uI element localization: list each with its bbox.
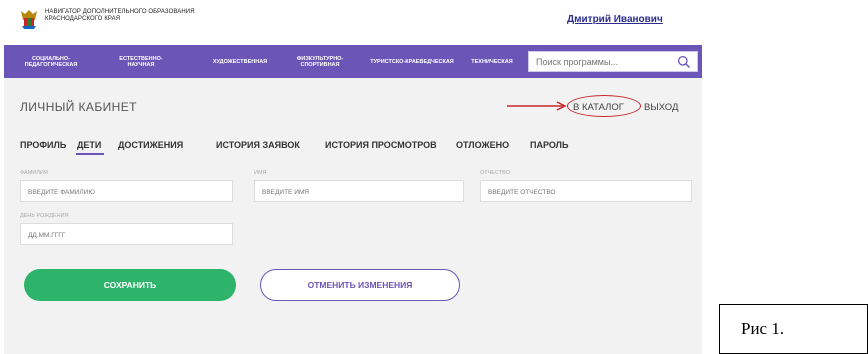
- search-box[interactable]: [528, 51, 698, 72]
- patronymic-label: ОТЧЕСТВО: [480, 170, 510, 176]
- name-input[interactable]: [255, 182, 463, 203]
- active-tab-indicator: [76, 153, 104, 155]
- profile-panel: ЛИЧНЫЙ КАБИНЕТ В КАТАЛОГ ВЫХОД ПРОФИЛЬ Д…: [4, 78, 702, 354]
- birthday-label: ДЕНЬ РОЖДЕНИЯ: [20, 213, 69, 219]
- surname-label: ФАМИЛИЯ: [20, 170, 48, 176]
- category-nav: СОЦИАЛЬНО-ПЕДАГОГИЧЕСКАЯ ЕСТЕСТВЕННО-НАУ…: [4, 45, 702, 78]
- user-name-link[interactable]: Дмитрий Иванович: [567, 14, 663, 25]
- surname-input[interactable]: [21, 182, 232, 203]
- coat-of-arms-icon[interactable]: [19, 8, 39, 30]
- save-button[interactable]: СОХРАНИТЬ: [24, 269, 236, 301]
- logout-link[interactable]: ВЫХОД: [644, 102, 678, 113]
- page-title: ЛИЧНЫЙ КАБИНЕТ: [20, 100, 137, 114]
- nav-item-tourism[interactable]: ТУРИСТСКО-КРАЕВЕДЧЕСКАЯ: [370, 59, 454, 65]
- arrow-right-icon: [507, 101, 567, 111]
- patronymic-input[interactable]: [481, 182, 691, 203]
- tab-password[interactable]: ПАРОЛЬ: [530, 140, 568, 150]
- nav-item-science[interactable]: ЕСТЕСТВЕННО-НАУЧНАЯ: [110, 56, 172, 68]
- catalog-link[interactable]: В КАТАЛОГ: [573, 102, 624, 113]
- figure-caption: Рис 1.: [719, 304, 868, 354]
- cancel-button[interactable]: ОТМЕНИТЬ ИЗМЕНЕНИЯ: [260, 269, 460, 301]
- search-icon[interactable]: [677, 55, 691, 69]
- patronymic-field[interactable]: [480, 180, 692, 203]
- org-name[interactable]: НАВИГАТОР ДОПОЛНИТЕЛЬНОГО ОБРАЗОВАНИЯ КР…: [45, 9, 215, 23]
- nav-item-social[interactable]: СОЦИАЛЬНО-ПЕДАГОГИЧЕСКАЯ: [18, 56, 84, 68]
- nav-item-art[interactable]: ХУДОЖЕСТВЕННАЯ: [200, 59, 280, 65]
- search-input[interactable]: [529, 56, 669, 67]
- tab-achievements[interactable]: ДОСТИЖЕНИЯ: [118, 140, 183, 150]
- tab-profile[interactable]: ПРОФИЛЬ: [20, 140, 66, 150]
- tab-children[interactable]: ДЕТИ: [77, 140, 101, 150]
- name-label: ИМЯ: [254, 170, 267, 176]
- site-header: НАВИГАТОР ДОПОЛНИТЕЛЬНОГО ОБРАЗОВАНИЯ КР…: [0, 0, 711, 42]
- tab-postponed[interactable]: ОТЛОЖЕНО: [456, 140, 509, 150]
- birthday-input[interactable]: [21, 225, 232, 246]
- tab-applications-history[interactable]: ИСТОРИЯ ЗАЯВОК: [216, 140, 300, 150]
- name-field[interactable]: [254, 180, 464, 203]
- nav-item-technical[interactable]: ТЕХНИЧЕСКАЯ: [462, 59, 522, 65]
- tab-views-history[interactable]: ИСТОРИЯ ПРОСМОТРОВ: [325, 140, 437, 150]
- surname-field[interactable]: [20, 180, 233, 203]
- nav-item-sport[interactable]: ФИЗКУЛЬТУРНО-СПОРТИВНАЯ: [284, 56, 356, 68]
- birthday-field[interactable]: [20, 223, 233, 246]
